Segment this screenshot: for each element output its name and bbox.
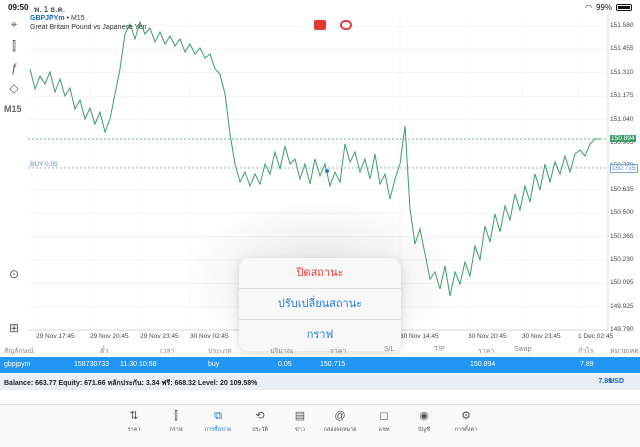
candles-icon: ⫿ bbox=[174, 410, 178, 422]
close-position-button[interactable]: ปิดสถานะ bbox=[239, 258, 401, 289]
row-price: 150.894 bbox=[470, 361, 496, 368]
bottom-tab-bar: ⇅ ราคา ⫿ กราฟ ⧉ การซื้อขาย ⟲ ประวัติ ▤ ข่าว @ กล่อง… bbox=[0, 404, 640, 447]
row-profit: 7.89 bbox=[580, 361, 594, 368]
time-axis-label: 30 Nov 23:45 bbox=[522, 333, 561, 340]
tab-news[interactable]: ▤ ข่าว bbox=[280, 409, 320, 434]
column-header: ราคา bbox=[330, 348, 347, 355]
indicator-icon[interactable]: ƒ bbox=[6, 60, 22, 76]
battery-icon bbox=[616, 4, 632, 11]
wifi-icon: ◠ bbox=[585, 3, 592, 12]
chat-icon: ◻ bbox=[379, 410, 389, 422]
time-axis-label: 29 Nov 23:45 bbox=[140, 333, 179, 340]
price-axis-label: 151.040 bbox=[610, 115, 634, 123]
tab-label: กราฟ bbox=[169, 427, 183, 433]
status-right: ◠ 99% bbox=[585, 3, 632, 12]
updown-arrows-icon: ⇅ bbox=[129, 410, 139, 422]
signal-icon[interactable] bbox=[340, 20, 352, 30]
tab-label: การซื้อขาย bbox=[204, 427, 232, 433]
status-bar: 09:50 พ. 1 ธ.ค. ◠ 99% bbox=[0, 0, 640, 14]
tab-updown-arrows[interactable]: ⇅ ราคา bbox=[114, 409, 154, 434]
symbol-description: Great Britain Pound vs Japanese Yen bbox=[30, 24, 147, 31]
column-header: ตั๋ว bbox=[100, 348, 109, 355]
add-icon[interactable]: ⊞ bbox=[6, 320, 22, 336]
chart-left-toolbar: ⌖ ⫿ ƒ ◇ M15 ⊙ ⊞ bbox=[0, 14, 28, 344]
history-icon: ⟲ bbox=[255, 410, 265, 422]
ask-price-tag: 150.715 bbox=[610, 164, 638, 173]
mail-icon: @ bbox=[334, 410, 346, 422]
row-open-price: 150.715 bbox=[320, 361, 346, 368]
one-click-trade-icon[interactable] bbox=[314, 20, 326, 30]
tab-label: ราคา bbox=[127, 427, 141, 433]
column-header: ปริมาณ bbox=[270, 348, 294, 355]
candles-icon[interactable]: ⫿ bbox=[6, 38, 22, 54]
price-axis-label: 150.500 bbox=[610, 209, 634, 217]
row-ticket: 158730733 bbox=[74, 361, 110, 368]
symbol-timeframe: • M15 bbox=[66, 15, 85, 22]
status-time: 09:50 bbox=[8, 3, 29, 12]
entry-point bbox=[325, 169, 329, 173]
account-icon: ◉ bbox=[419, 410, 429, 422]
tab-chat[interactable]: ◻ แชท bbox=[364, 409, 404, 434]
column-header: S/L bbox=[384, 346, 395, 353]
position-row[interactable]: gbpjpym 158730733 11.30 10:58 buy 0.05 1… bbox=[0, 357, 640, 373]
row-time: 11.30 10:58 bbox=[120, 361, 157, 368]
tab-label: บัญชี bbox=[418, 427, 430, 433]
tab-label: ประวัติ bbox=[251, 427, 269, 433]
column-header: ราคา bbox=[478, 348, 495, 355]
price-axis-label: 151.580 bbox=[610, 22, 634, 29]
row-type: buy bbox=[208, 361, 220, 368]
tab-label: แชท bbox=[378, 427, 390, 433]
position-action-menu: ปิดสถานะ ปรับเปลี่ยนสถานะ กราฟ bbox=[239, 258, 401, 351]
trade-chart-icon: ⧉ bbox=[214, 410, 222, 422]
tab-history[interactable]: ⟲ ประวัติ bbox=[240, 409, 280, 434]
column-header: สัญลักษณ์ bbox=[4, 348, 34, 355]
column-header: กำไร bbox=[578, 348, 594, 355]
price-axis-label: 150.635 bbox=[610, 185, 634, 193]
tab-mail[interactable]: @ กล่องจดหมาย bbox=[320, 409, 360, 434]
tab-settings[interactable]: ⚙ การตั้งค่า bbox=[446, 409, 486, 434]
price-axis-label: 151.455 bbox=[610, 45, 634, 53]
price-axis-label: 150.365 bbox=[610, 232, 634, 240]
zoom-icon[interactable]: ⊙ bbox=[6, 266, 22, 282]
objects-icon[interactable]: ◇ bbox=[6, 80, 22, 96]
symbol-name: GBPJPYm bbox=[30, 15, 65, 22]
news-icon: ▤ bbox=[294, 410, 306, 422]
column-header: เวลา bbox=[160, 348, 175, 355]
price-axis-label: 149.790 bbox=[610, 326, 634, 334]
modify-position-button[interactable]: ปรับเปลี่ยนสถานะ bbox=[239, 289, 401, 320]
chart-symbol: GBPJPYm • M15 bbox=[30, 15, 85, 22]
settings-icon: ⚙ bbox=[461, 410, 471, 422]
time-axis-label: 29 Nov 17:45 bbox=[36, 333, 75, 340]
tab-label: การตั้งค่า bbox=[454, 427, 478, 433]
timeframe-button[interactable]: M15 bbox=[4, 104, 22, 114]
time-axis-label: 29 Nov 20:45 bbox=[90, 333, 129, 340]
price-axis-label: 151.310 bbox=[610, 68, 634, 76]
time-axis-label: 30 Nov 20:45 bbox=[468, 333, 507, 340]
crosshair-icon[interactable]: ⌖ bbox=[6, 16, 22, 32]
price-axis-label: 151.175 bbox=[610, 92, 634, 100]
column-header: Swap bbox=[514, 346, 532, 353]
tab-trade-chart[interactable]: ⧉ การซื้อขาย bbox=[198, 409, 238, 434]
battery-percent: 99% bbox=[595, 3, 612, 12]
buy-order-label: BUY 0.05 bbox=[30, 161, 58, 168]
time-axis-label: 1 Dec 02:45 bbox=[578, 333, 614, 340]
price-axis-label: 150.095 bbox=[610, 279, 634, 287]
column-header: T/P bbox=[434, 346, 445, 353]
bid-price-tag: 150.894 bbox=[610, 135, 636, 142]
currency: USD bbox=[609, 378, 624, 385]
row-volume: 0.05 bbox=[278, 361, 292, 368]
positions-header: สัญลักษณ์ ตั๋ว เวลา ประเภท ปริมาณ ราคา S/L T/P ร… bbox=[0, 344, 640, 356]
tab-label: กล่องจดหมาย bbox=[323, 427, 357, 433]
price-axis-label: 150.230 bbox=[610, 256, 634, 263]
tab-candles[interactable]: ⫿ กราฟ bbox=[156, 409, 196, 434]
balance-text: Balance: 663.77 Equity: 671.66 หลักประกั… bbox=[4, 380, 258, 387]
balance-bar: Balance: 663.77 Equity: 671.66 หลักประกั… bbox=[0, 374, 640, 390]
price-axis-label: 149.925 bbox=[610, 302, 634, 310]
row-symbol: gbpjpym bbox=[4, 361, 31, 368]
tab-account[interactable]: ◉ บัญชี bbox=[404, 409, 444, 434]
tab-label: ข่าว bbox=[295, 427, 305, 433]
price-axis: 151.580 151.455 151.310 151.175 151.040 150.9… bbox=[608, 14, 640, 344]
column-header: หมายเหตุ bbox=[610, 348, 639, 355]
column-header: ประเภท bbox=[208, 348, 232, 355]
